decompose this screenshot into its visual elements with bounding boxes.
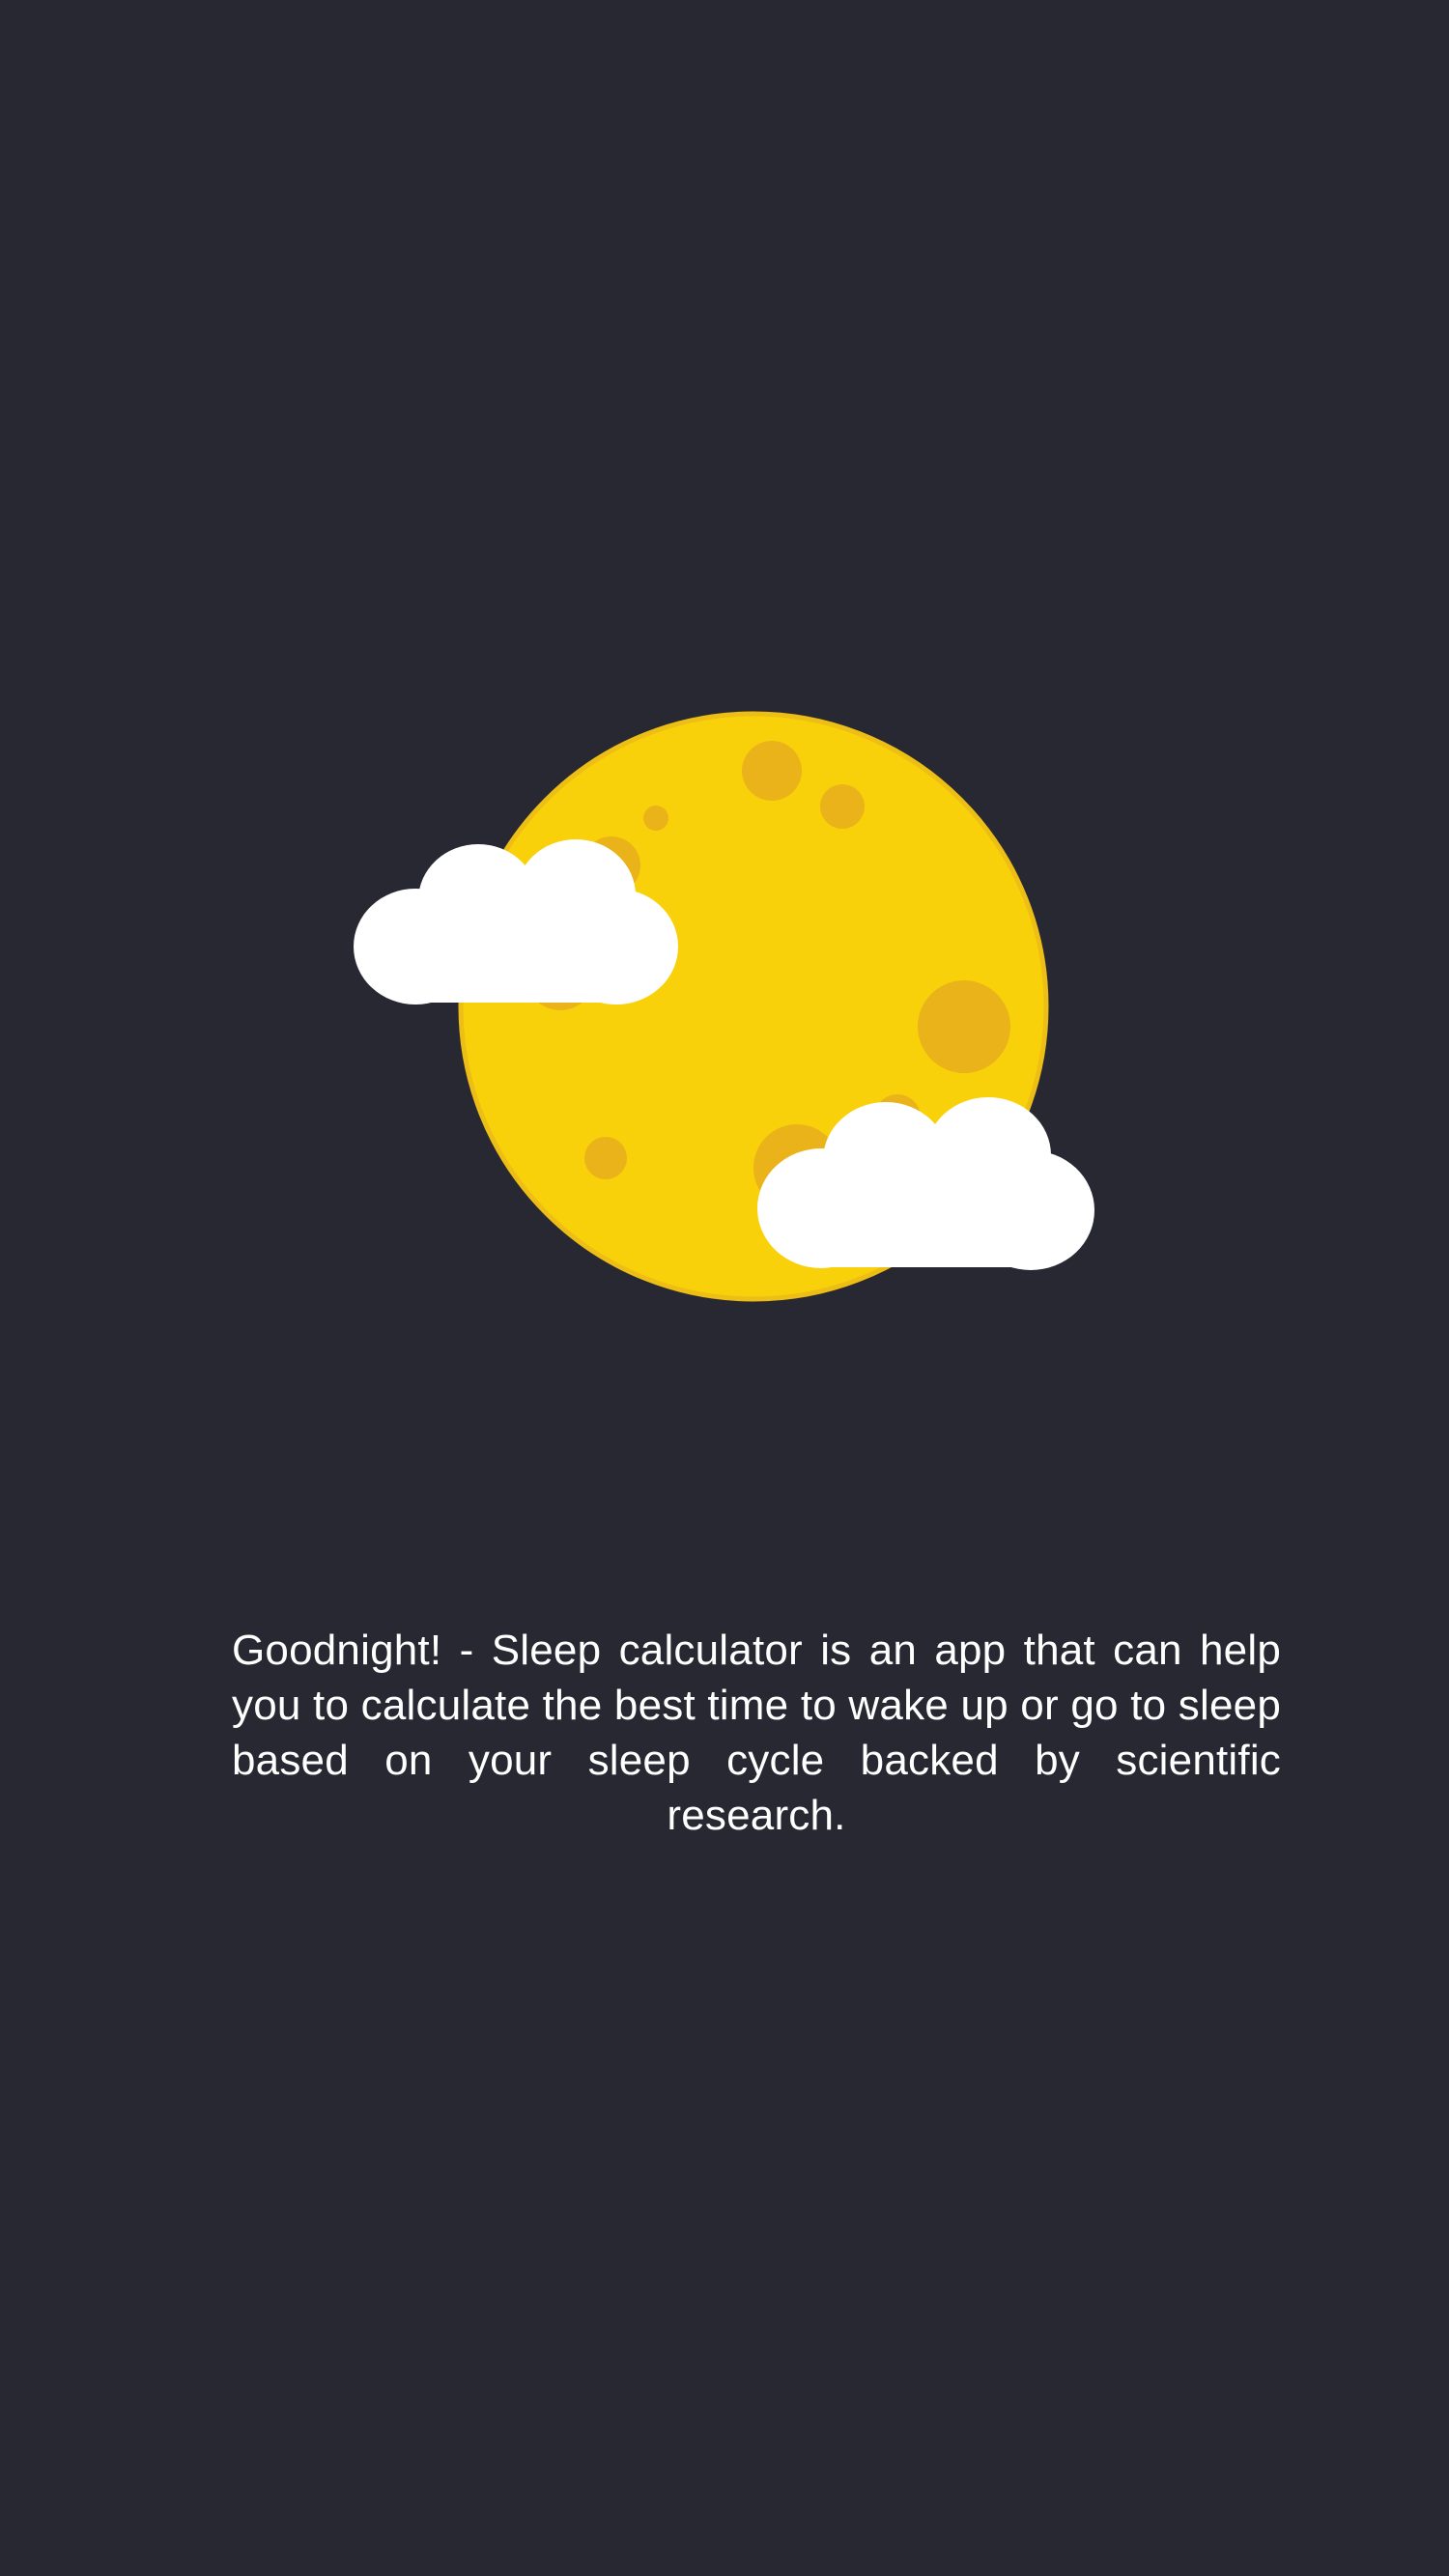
crater bbox=[643, 806, 668, 831]
app-description: Goodnight! - Sleep calculator is an app … bbox=[232, 1627, 1281, 1839]
moon-with-clouds-illustration bbox=[354, 711, 1094, 1302]
crater bbox=[918, 980, 1010, 1073]
crater bbox=[820, 784, 865, 829]
crater bbox=[742, 741, 802, 801]
crater bbox=[584, 1137, 627, 1179]
